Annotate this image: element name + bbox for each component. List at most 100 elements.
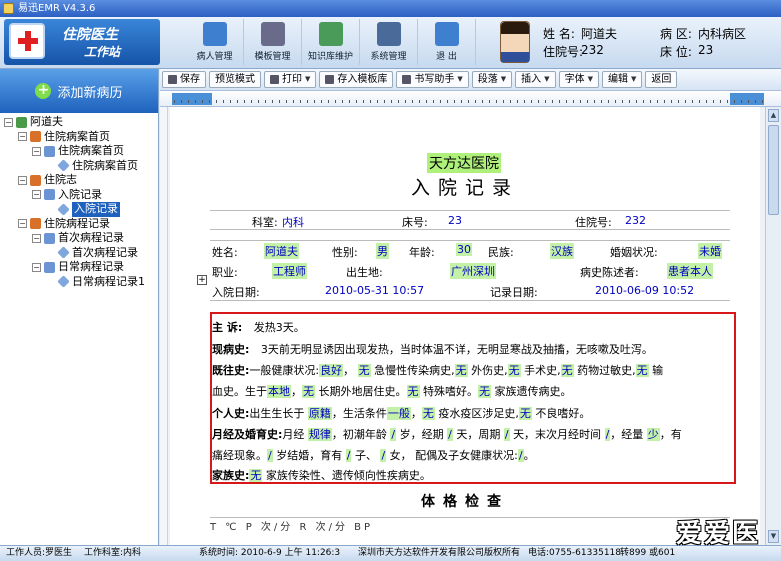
collapse-icon[interactable]: −: [18, 175, 27, 185]
ruler-tick: [279, 100, 280, 103]
tree-node-label: 住院病案首页: [72, 158, 138, 172]
main-tool-0[interactable]: 病人管理: [186, 19, 244, 65]
expand-toggle-icon[interactable]: +: [197, 275, 207, 285]
ruler-tick: [475, 100, 476, 103]
past-value[interactable]: 无: [560, 364, 574, 377]
menses-value[interactable]: 少: [646, 428, 660, 441]
menses-value[interactable]: /: [503, 428, 510, 441]
status-dept: 工作科室:内科: [84, 548, 142, 558]
past-value[interactable]: 无: [507, 364, 521, 377]
editor-tool-button[interactable]: 返回: [645, 71, 678, 88]
past-value[interactable]: 良好: [319, 364, 344, 377]
main-tool-4[interactable]: 退 出: [418, 19, 476, 65]
nation-field[interactable]: 汉族: [550, 243, 574, 259]
dept-field[interactable]: 内科: [282, 214, 304, 230]
editor-tool-button[interactable]: 字体 ▼: [558, 71, 599, 88]
personal-text: 疫水疫区涉足史,: [438, 407, 519, 420]
past-text: 长期外地居住史。: [318, 385, 407, 398]
collapse-icon[interactable]: −: [18, 132, 27, 142]
tool-icon: [402, 75, 412, 84]
inpatient-no-field[interactable]: 232: [625, 214, 646, 227]
past-value[interactable]: 无: [406, 385, 420, 398]
tree-node[interactable]: 日常病程记录1: [4, 275, 158, 290]
editor-tool-button[interactable]: 存入模板库: [319, 71, 394, 88]
main-tool-2[interactable]: 知识库维护: [302, 19, 360, 65]
editor-tool-button[interactable]: 编辑 ▼: [601, 71, 643, 88]
editor-tool-button[interactable]: 插入 ▼: [515, 71, 556, 88]
past-value[interactable]: 无: [357, 364, 371, 377]
editor-tool-button[interactable]: 书写助手 ▼: [396, 71, 469, 88]
past-value[interactable]: 无: [454, 364, 468, 377]
tree-node[interactable]: − 住院病程记录: [4, 217, 158, 232]
menses-value[interactable]: /: [345, 449, 352, 462]
ruler-tick: [629, 100, 630, 103]
present-illness-text[interactable]: 3天前无明显诱因出现发热，当时体温不详，无明显寒战及抽搐，无咳嗽及吐泻。: [261, 343, 653, 356]
past-value[interactable]: 无: [302, 385, 315, 398]
past-value[interactable]: 无: [478, 385, 491, 398]
personal-value[interactable]: 无: [518, 407, 532, 420]
bed-value: 23: [698, 43, 714, 57]
personal-value[interactable]: 无: [421, 407, 435, 420]
past-value[interactable]: 本地: [267, 385, 291, 398]
tree-node[interactable]: − 首次病程记录: [4, 231, 158, 246]
complaint-text[interactable]: 发热3天。: [254, 321, 305, 334]
age-field[interactable]: 30: [456, 243, 472, 256]
sex-field[interactable]: 男: [376, 243, 389, 259]
tree-node[interactable]: − 入院记录: [4, 188, 158, 203]
tree-node[interactable]: 首次病程记录: [4, 246, 158, 261]
name-field[interactable]: 阿道夫: [264, 243, 299, 259]
scroll-up-icon[interactable]: ▲: [768, 109, 779, 122]
collapse-icon[interactable]: −: [32, 262, 41, 272]
main-tool-label: 退 出: [436, 52, 457, 62]
scroll-thumb[interactable]: [768, 125, 779, 215]
admit-date-field[interactable]: 2010-05-31 10:57: [325, 284, 424, 297]
marital-field[interactable]: 未婚: [698, 243, 722, 259]
bedno-field[interactable]: 23: [448, 214, 462, 227]
menses-value[interactable]: /: [447, 428, 453, 441]
tree-node[interactable]: − 住院志: [4, 173, 158, 188]
birthplace-field[interactable]: 广州深圳: [450, 263, 496, 279]
record-date-field[interactable]: 2010-06-09 10:52: [595, 284, 694, 297]
menses-text: ，初潮年龄: [331, 428, 387, 441]
personal-value[interactable]: 一般: [386, 407, 411, 420]
main-tool-1[interactable]: 模板管理: [244, 19, 302, 65]
past-text: 急慢性传染病史,: [374, 364, 455, 377]
ruler-tick: [734, 100, 735, 103]
physical-exam-title: 体格检查: [421, 494, 509, 510]
editor-tool-button[interactable]: 保存: [162, 71, 206, 88]
main-tool-3[interactable]: 系统管理: [360, 19, 418, 65]
collapse-icon[interactable]: −: [4, 117, 13, 127]
editor-tool-button[interactable]: 预览模式: [209, 71, 261, 88]
editor-tool-button[interactable]: 打印 ▼: [264, 71, 317, 88]
tree-node[interactable]: − 阿道夫: [4, 115, 158, 130]
job-field[interactable]: 工程师: [272, 263, 307, 279]
add-record-button[interactable]: + 添加新病历: [0, 69, 158, 113]
collapse-icon[interactable]: −: [32, 233, 41, 243]
horizontal-ruler[interactable]: [160, 91, 781, 107]
ruler-tick: [468, 100, 469, 103]
menses-value[interactable]: /: [380, 449, 387, 462]
vitals-row[interactable]: T ℃ P 次/分 R 次/分 BP: [210, 517, 730, 533]
narrator-field[interactable]: 患者本人: [667, 263, 713, 279]
main-header: 住院医生 工作站 病人管理 模板管理 知识库维护 系统管理 退 出 姓 名: 阿道夫 住…: [0, 17, 781, 69]
collapse-icon[interactable]: −: [32, 190, 41, 200]
family-value[interactable]: 无: [249, 469, 263, 482]
menses-value[interactable]: /: [267, 449, 273, 462]
document-page[interactable]: 天方达医院 入院记录 科室: 内科 床号: 23 住院号: 232 姓名: 阿道…: [170, 107, 760, 545]
editor-tool-label: 书写助手: [414, 74, 455, 85]
past-value[interactable]: 无: [635, 364, 649, 377]
tree-node[interactable]: − 住院病案首页: [4, 130, 158, 145]
tree-node[interactable]: 住院病案首页: [4, 159, 158, 174]
tree-node[interactable]: − 住院病案首页: [4, 144, 158, 159]
collapse-icon[interactable]: −: [32, 146, 41, 156]
vertical-scrollbar[interactable]: ▲ ▼: [765, 107, 781, 545]
status-bar: 工作人员:罗医生 工作科室:内科 系统时间: 2010-6-9 上午 11:26…: [0, 545, 781, 561]
scroll-down-icon[interactable]: ▼: [768, 530, 779, 543]
personal-value[interactable]: 原籍: [307, 407, 332, 420]
tree-node[interactable]: 入院记录: [4, 202, 158, 217]
tree-node[interactable]: − 日常病程记录: [4, 260, 158, 275]
menses-value[interactable]: 规律: [307, 428, 332, 441]
menses-value[interactable]: /: [390, 428, 397, 441]
collapse-icon[interactable]: −: [18, 219, 27, 229]
editor-tool-button[interactable]: 段落 ▼: [471, 71, 513, 88]
